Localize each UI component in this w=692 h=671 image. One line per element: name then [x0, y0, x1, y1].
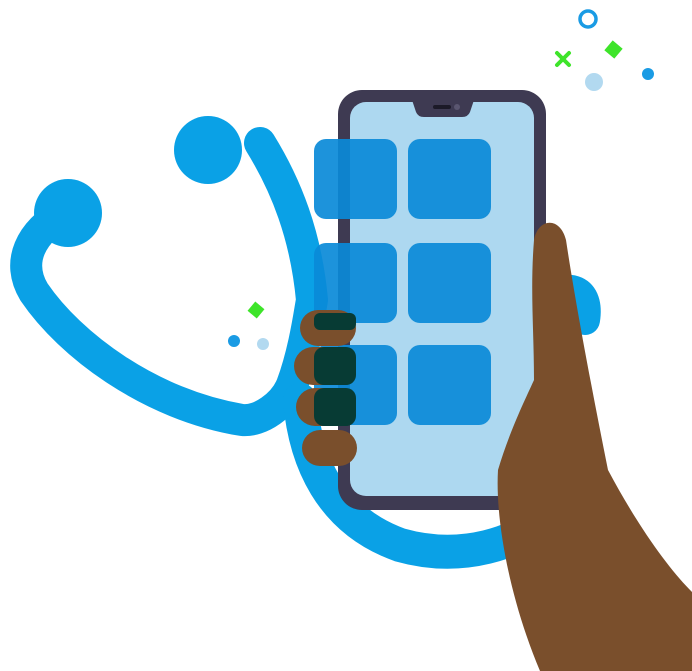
phone-camera-icon: [454, 104, 460, 110]
app-tile-icon[interactable]: [314, 139, 397, 219]
telehealth-illustration: [10, 9, 692, 671]
confetti-dot-icon: [228, 335, 240, 347]
phone-speaker: [433, 105, 451, 109]
app-tile-icon[interactable]: [408, 243, 491, 323]
confetti-diamond-icon: [247, 301, 265, 319]
confetti-cross-icon: [555, 51, 571, 67]
confetti-ring-icon: [578, 9, 598, 29]
finger-overlap: [314, 388, 356, 426]
confetti-dot-icon: [585, 73, 603, 91]
finger-overlap: [314, 347, 356, 385]
stethoscope-earpiece-icon: [34, 179, 102, 247]
confetti-dot-icon: [642, 68, 654, 80]
app-tile-icon[interactable]: [408, 345, 491, 425]
confetti-diamond-icon: [604, 40, 623, 59]
finger-overlap: [314, 313, 356, 330]
finger: [302, 430, 357, 466]
app-tile-icon[interactable]: [408, 139, 491, 219]
illustration-canvas: [0, 0, 692, 671]
confetti-dot-icon: [257, 338, 269, 350]
stethoscope-earpiece-icon: [174, 116, 242, 184]
